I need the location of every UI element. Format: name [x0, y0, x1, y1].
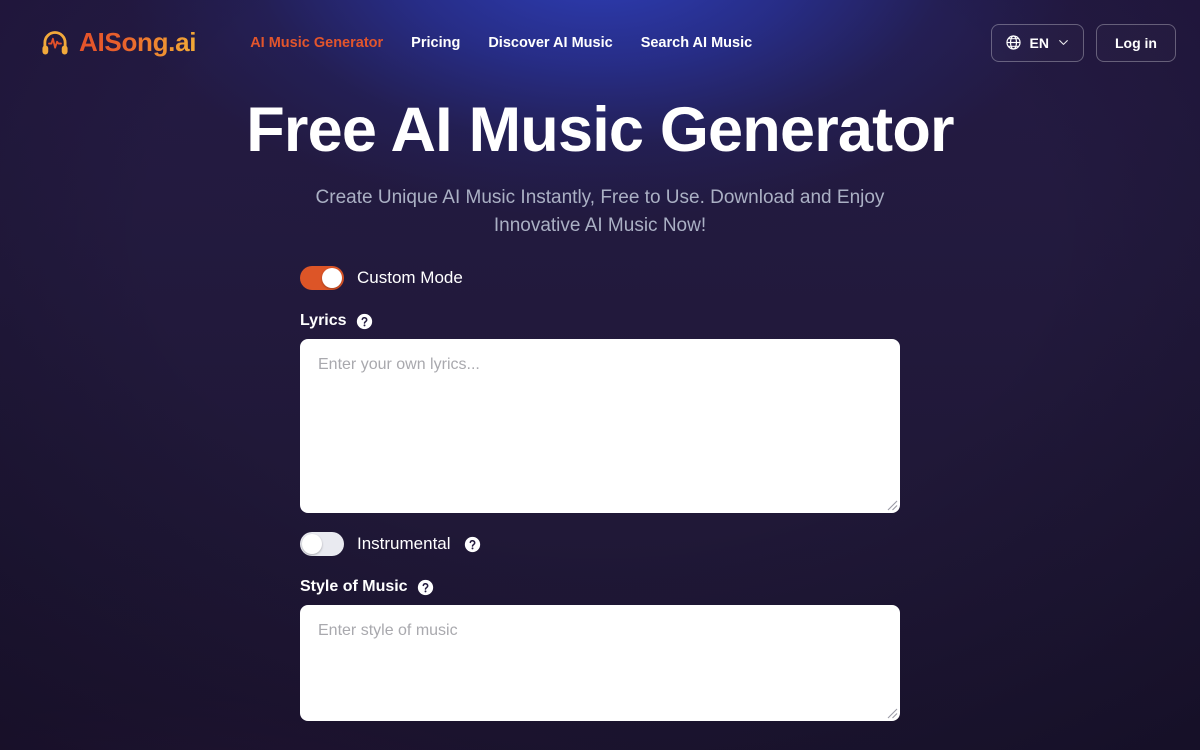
style-of-music-label-row: Style of Music: [300, 578, 900, 596]
nav-item-discover-ai-music[interactable]: Discover AI Music: [488, 35, 612, 51]
lyrics-label-row: Lyrics: [300, 312, 900, 330]
site-header: AISong.ai AI Music Generator Pricing Dis…: [0, 0, 1200, 85]
help-circle-icon-style[interactable]: [417, 579, 434, 596]
page-title: Free AI Music Generator: [246, 95, 954, 165]
page-root: AISong.ai AI Music Generator Pricing Dis…: [0, 0, 1200, 750]
lyrics-label: Lyrics: [300, 312, 347, 330]
generator-form: Custom Mode Lyrics Enter your own lyrics…: [300, 266, 900, 722]
logo-text: AISong.ai: [79, 27, 197, 57]
language-value: EN: [1029, 34, 1049, 51]
instrumental-label: Instrumental: [357, 534, 451, 554]
lyrics-input[interactable]: [300, 339, 900, 514]
style-of-music-input[interactable]: [300, 605, 900, 722]
lyrics-input-wrapper: [300, 339, 900, 514]
toggle-knob: [302, 534, 322, 555]
language-selector[interactable]: EN: [990, 23, 1084, 62]
headphones-waveform-icon: [40, 28, 70, 58]
style-of-music-label: Style of Music: [300, 578, 408, 596]
toggle-knob: [322, 268, 342, 289]
nav-item-ai-music-generator[interactable]: AI Music Generator: [250, 35, 383, 51]
page-subtitle: Create Unique AI Music Instantly, Free t…: [315, 187, 885, 237]
login-button[interactable]: Log in: [1096, 23, 1176, 62]
nav-item-pricing[interactable]: Pricing: [411, 35, 460, 51]
style-of-music-input-wrapper: [300, 605, 900, 722]
hero-section: Free AI Music Generator Create Unique AI…: [0, 85, 1200, 240]
logo-link[interactable]: AISong.ai: [40, 27, 197, 58]
custom-mode-label: Custom Mode: [357, 268, 463, 288]
header-actions: EN Log in: [990, 23, 1176, 62]
nav-item-search-ai-music[interactable]: Search AI Music: [641, 35, 752, 51]
chevron-down-icon: [1057, 36, 1070, 49]
instrumental-toggle[interactable]: [300, 532, 344, 557]
help-circle-icon-instrumental[interactable]: [464, 536, 481, 553]
instrumental-row: Instrumental: [300, 532, 900, 557]
main-nav: AI Music Generator Pricing Discover AI M…: [250, 35, 990, 51]
globe-icon: [1005, 34, 1022, 51]
help-circle-icon-lyrics[interactable]: [356, 313, 373, 330]
custom-mode-row: Custom Mode: [300, 266, 900, 291]
custom-mode-toggle[interactable]: [300, 266, 344, 291]
